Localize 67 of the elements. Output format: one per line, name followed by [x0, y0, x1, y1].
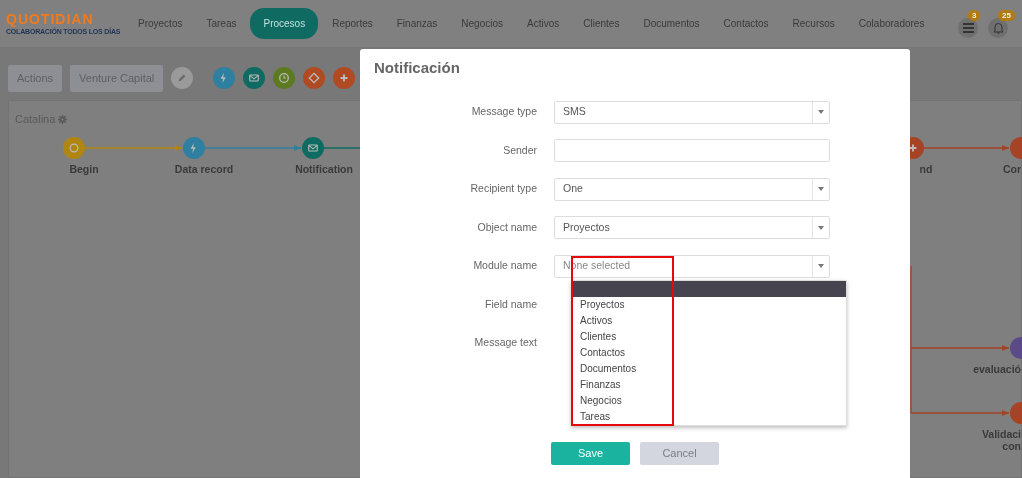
count-badge: 3 — [968, 9, 981, 22]
nav-tab[interactable]: Documentos — [633, 10, 710, 37]
node-label: Cor — [1002, 163, 1021, 176]
select-field[interactable]: SMS — [554, 100, 830, 124]
dropdown-option[interactable]: Negocios — [572, 393, 846, 409]
list-icon — [962, 22, 974, 33]
caret-icon — [818, 264, 824, 268]
tool-button[interactable] — [243, 67, 266, 90]
tool-button[interactable] — [171, 67, 194, 90]
dropdown-option[interactable]: Tareas — [572, 409, 846, 425]
nav-tab[interactable]: Proyectos — [128, 10, 193, 37]
clock-icon — [278, 72, 291, 85]
nav-tab[interactable]: Procesos — [250, 8, 319, 39]
field-label: Object name — [476, 219, 538, 235]
tool-button[interactable] — [303, 67, 326, 90]
nav-tab[interactable]: Activos — [517, 10, 570, 37]
node-label: Begin — [68, 163, 100, 176]
nav-tab[interactable]: Finanzas — [386, 10, 448, 37]
dropdown-option[interactable]: Activos — [572, 313, 846, 329]
node-label: nd — [918, 163, 934, 176]
nav-tab[interactable]: Clientes — [573, 10, 630, 37]
field-label: Module name — [472, 258, 538, 274]
tool-button[interactable] — [213, 67, 236, 90]
process-node[interactable] — [302, 137, 324, 159]
list-button[interactable] — [958, 17, 978, 38]
tool-button[interactable] — [273, 67, 296, 90]
process-node[interactable] — [63, 137, 85, 159]
count-badge: 25 — [998, 9, 1015, 22]
select-field[interactable]: One — [554, 177, 830, 201]
gear-icon[interactable] — [58, 114, 68, 124]
nav-tab[interactable]: Negocios — [451, 10, 514, 37]
node-label: Data record — [173, 163, 235, 176]
node-label: Validaci con — [981, 428, 1021, 453]
nav-tab[interactable]: Recursos — [782, 10, 845, 37]
caret-icon — [818, 110, 824, 114]
save-button[interactable]: Save — [551, 442, 630, 465]
tool-button[interactable] — [333, 67, 356, 90]
highlighted-option[interactable] — [572, 281, 846, 297]
field-label: Message type — [470, 104, 538, 120]
caret-icon — [818, 187, 824, 191]
field-label: Sender — [502, 142, 538, 158]
dropdown-option[interactable]: Finanzas — [572, 377, 846, 393]
select-field[interactable]: Proyectos — [554, 216, 830, 239]
nav-tab[interactable]: Reportes — [322, 10, 383, 37]
input-field[interactable] — [554, 139, 830, 162]
ring-icon — [68, 142, 80, 154]
dialog-title: Notificación — [373, 58, 461, 78]
field-label: Recipient type — [469, 181, 538, 197]
process-node[interactable] — [183, 137, 205, 159]
envelope-icon — [307, 142, 319, 154]
nav-tab[interactable]: Colaboradores — [848, 10, 935, 37]
cancel-button[interactable]: Cancel — [640, 442, 719, 465]
dropdown-option[interactable]: Proyectos — [572, 297, 846, 313]
field-label: Field name — [484, 296, 538, 312]
field-label: Message text — [473, 335, 538, 351]
envelope-icon — [248, 72, 261, 85]
dropdown-option[interactable]: Contactos — [572, 345, 846, 361]
diamond-icon — [308, 72, 321, 85]
caret-icon — [818, 225, 824, 230]
bell-icon — [992, 21, 1004, 34]
dropdown-option[interactable]: Clientes — [572, 329, 846, 345]
dropdown-option[interactable]: Documentos — [572, 361, 846, 377]
node-label: Notification — [294, 163, 354, 176]
node-label: evaluació — [973, 363, 1021, 376]
notifications-button[interactable] — [988, 17, 1008, 38]
nav-tab[interactable]: Contactos — [713, 10, 779, 37]
nav-tab[interactable]: Tareas — [196, 10, 247, 37]
